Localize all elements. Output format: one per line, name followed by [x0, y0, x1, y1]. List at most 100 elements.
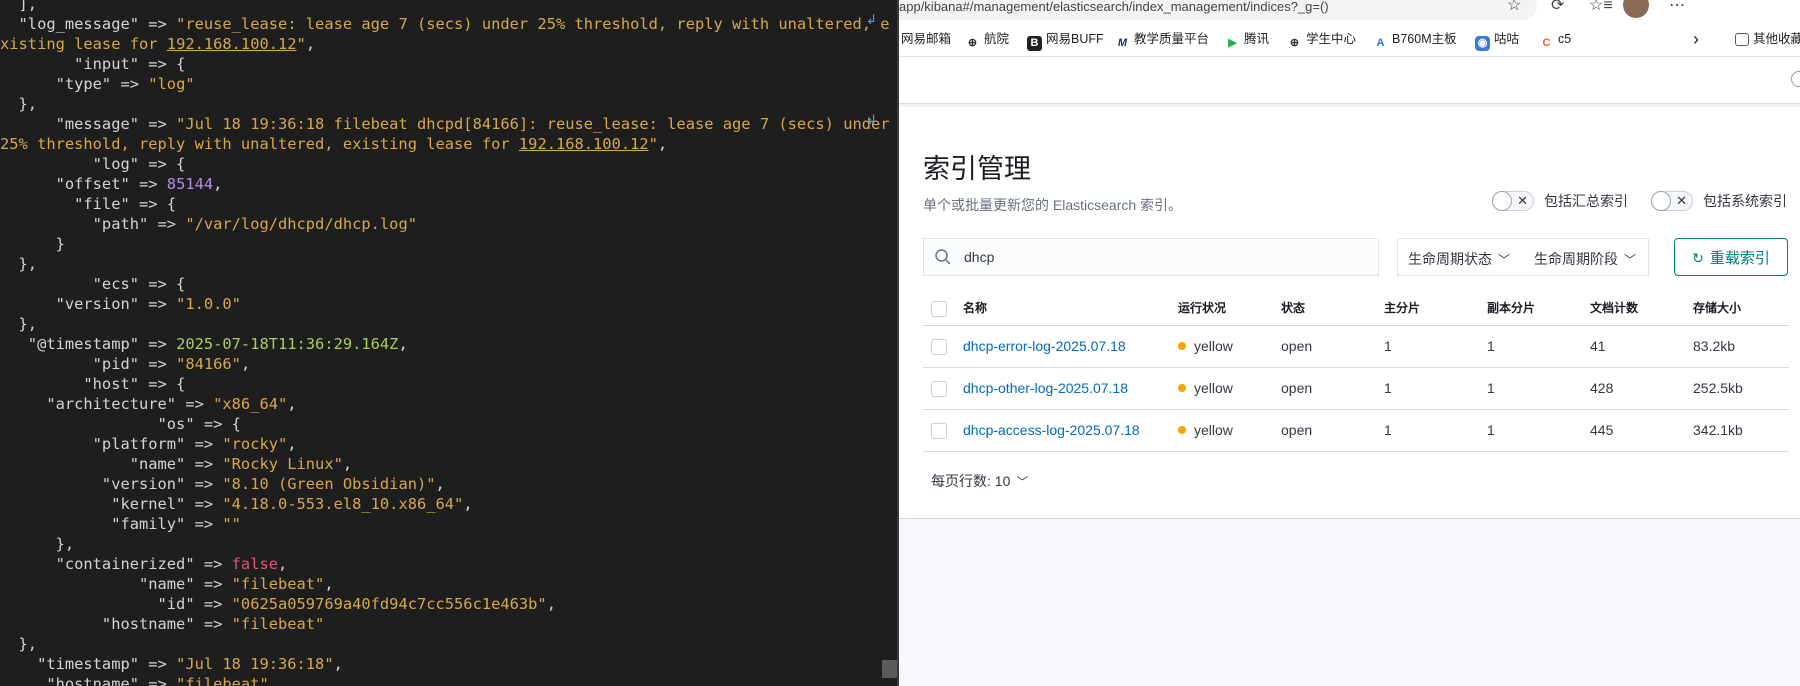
search-input[interactable] [964, 239, 1364, 275]
extensions-icon[interactable]: ⟳ [1551, 0, 1564, 14]
terminal-line: }, [0, 94, 890, 114]
terminal-line: "name" => "Rocky Linux", [0, 454, 890, 474]
bookmarks-overflow-chevron-icon[interactable]: › [1693, 30, 1699, 48]
terminal-token: "containerized" => [0, 555, 232, 573]
table-row: dhcp-error-log-2025.07.18 yellow open 1 … [923, 326, 1789, 368]
toggle-switch[interactable]: ✕ [1651, 191, 1693, 211]
terminal-line: "version" => "8.10 (Green Obsidian)", [0, 474, 890, 494]
terminal-token: "ecs" => { [0, 275, 186, 293]
browser-window: app/kibana#/management/elasticsearch/ind… [899, 0, 1800, 686]
terminal-window[interactable]: ], "log_message" => "reuse_lease: lease … [0, 0, 898, 686]
select-all-checkbox[interactable] [931, 301, 947, 317]
rows-per-page-selector[interactable]: 每页行数: 10 ﹀ [931, 471, 1028, 491]
row-checkbox[interactable] [931, 423, 947, 439]
terminal-token: "file" => { [0, 195, 177, 213]
bookmark-student-center[interactable]: ⊕ 学生中心 [1287, 30, 1356, 49]
row-checkbox[interactable] [931, 381, 947, 397]
terminal-token: , [657, 135, 668, 153]
url-text[interactable]: app/kibana#/management/elasticsearch/ind… [899, 0, 1329, 14]
filter-label: 生命周期状态 [1408, 251, 1492, 267]
terminal-token: , [287, 395, 297, 413]
search-icon [935, 249, 951, 265]
other-bookmarks[interactable]: 其他收藏 [1735, 30, 1800, 48]
table-row: dhcp-access-log-2025.07.18 yellow open 1… [923, 410, 1789, 452]
health-value: yellow [1194, 338, 1233, 354]
switch-label: 包括系统索引 [1703, 193, 1787, 209]
terminal-token: "0625a059769a40fd94c7cc556c1e463b" [231, 595, 547, 613]
terminal-token: , [398, 335, 408, 353]
bookmark-tencent[interactable]: ▶ 腾讯 [1225, 30, 1269, 49]
globe-icon: ⊕ [1289, 37, 1300, 49]
search-box[interactable] [923, 238, 1379, 276]
terminal-token: }, [0, 255, 38, 273]
bookmark-buff[interactable]: B 网易BUFF [1027, 30, 1104, 51]
favorites-icon[interactable]: ☆≡ [1589, 0, 1613, 14]
bookmark-label: c5 [1558, 32, 1572, 46]
primary-cell: 1 [1384, 422, 1392, 438]
index-name-link[interactable]: dhcp-error-log-2025.07.18 [963, 326, 1126, 367]
index-name-link[interactable]: dhcp-other-log-2025.07.18 [963, 368, 1128, 409]
column-header-primary[interactable]: 主分片 [1384, 291, 1420, 325]
include-rollup-switch[interactable]: ✕ 包括汇总索引 [1492, 191, 1628, 213]
chevron-down-icon: ﹀ [1624, 253, 1637, 267]
column-header-size[interactable]: 存储大小 [1693, 291, 1741, 325]
help-icon[interactable] [1791, 71, 1800, 87]
terminal-token: "filebeat" [231, 615, 325, 633]
terminal-token: "platform" => [0, 435, 223, 453]
bookmark-label: 网易BUFF [1046, 32, 1104, 46]
health-cell: yellow [1178, 368, 1233, 409]
terminal-token: , [324, 575, 334, 593]
terminal-token: "4.18.0-553.el8_10.x86_64" [222, 495, 464, 513]
column-header-status[interactable]: 状态 [1281, 291, 1305, 325]
terminal-token: "log" => { [0, 155, 186, 173]
bookmark-b760m[interactable]: A B760M主板 [1373, 30, 1457, 49]
terminal-output: ], "log_message" => "reuse_lease: lease … [0, 0, 890, 686]
reload-indices-button[interactable]: ↻ 重载索引 [1674, 238, 1788, 276]
terminal-token: 192.168.100.12 [518, 135, 649, 153]
bookmark-mail[interactable]: 网易邮箱 [901, 30, 951, 48]
include-system-switch[interactable]: ✕ 包括系统索引 [1651, 191, 1787, 213]
bookmark-teaching-quality[interactable]: M 教学质量平台 [1115, 30, 1209, 49]
replicas-cell: 1 [1487, 422, 1495, 438]
health-cell: yellow [1178, 326, 1233, 367]
column-header-replicas[interactable]: 副本分片 [1487, 291, 1535, 325]
terminal-line: "name" => "filebeat", [0, 574, 890, 594]
column-header-health[interactable]: 运行状况 [1178, 291, 1226, 325]
bookmark-hangyuan[interactable]: ⊕ 航院 [965, 30, 1009, 49]
buff-icon: B [1027, 36, 1042, 51]
terminal-token: 2025-07-18T11:36:29.164Z [176, 335, 399, 353]
lifecycle-phase-filter[interactable]: 生命周期阶段 ﹀ [1534, 249, 1636, 269]
terminal-token: , [240, 355, 251, 373]
terminal-line: } [0, 234, 890, 254]
bookmark-gugu[interactable]: ◉ 咕咕 [1475, 30, 1519, 51]
terminal-token: }, [0, 635, 38, 653]
terminal-scrollbar[interactable] [882, 660, 898, 678]
terminal-token: } [0, 235, 65, 253]
row-checkbox[interactable] [931, 339, 947, 355]
star-icon[interactable]: ☆ [1507, 0, 1521, 14]
health-dot-icon [1178, 342, 1186, 350]
terminal-token: "pid" => [0, 355, 177, 373]
terminal-token: "x86_64" [213, 395, 288, 413]
terminal-token: "architecture" => [0, 395, 214, 413]
refresh-icon: ↻ [1692, 249, 1704, 266]
terminal-token: "filebeat" [176, 675, 269, 686]
terminal-token: "log_message" => [0, 15, 177, 33]
bookmark-c5[interactable]: Cc5 [1539, 30, 1572, 49]
column-header-name[interactable]: 名称 [963, 291, 987, 325]
toggle-switch[interactable]: ✕ [1492, 191, 1534, 211]
terminal-token: "hostname" => [0, 675, 177, 686]
terminal-token: , [305, 35, 316, 53]
more-menu-icon[interactable]: ⋯ [1669, 0, 1685, 14]
column-header-docs[interactable]: 文档计数 [1590, 291, 1638, 325]
replicas-cell: 1 [1487, 338, 1495, 354]
terminal-line: "platform" => "rocky", [0, 434, 890, 454]
terminal-token: "message" => [0, 115, 177, 133]
terminal-token: , [463, 495, 473, 513]
lifecycle-status-filter[interactable]: 生命周期状态 ﹀ [1408, 249, 1510, 269]
terminal-line: }, [0, 634, 890, 654]
terminal-token: }, [0, 535, 75, 553]
index-name-link[interactable]: dhcp-access-log-2025.07.18 [963, 410, 1140, 451]
avatar[interactable] [1623, 0, 1649, 18]
terminal-token: "rocky" [222, 435, 288, 453]
